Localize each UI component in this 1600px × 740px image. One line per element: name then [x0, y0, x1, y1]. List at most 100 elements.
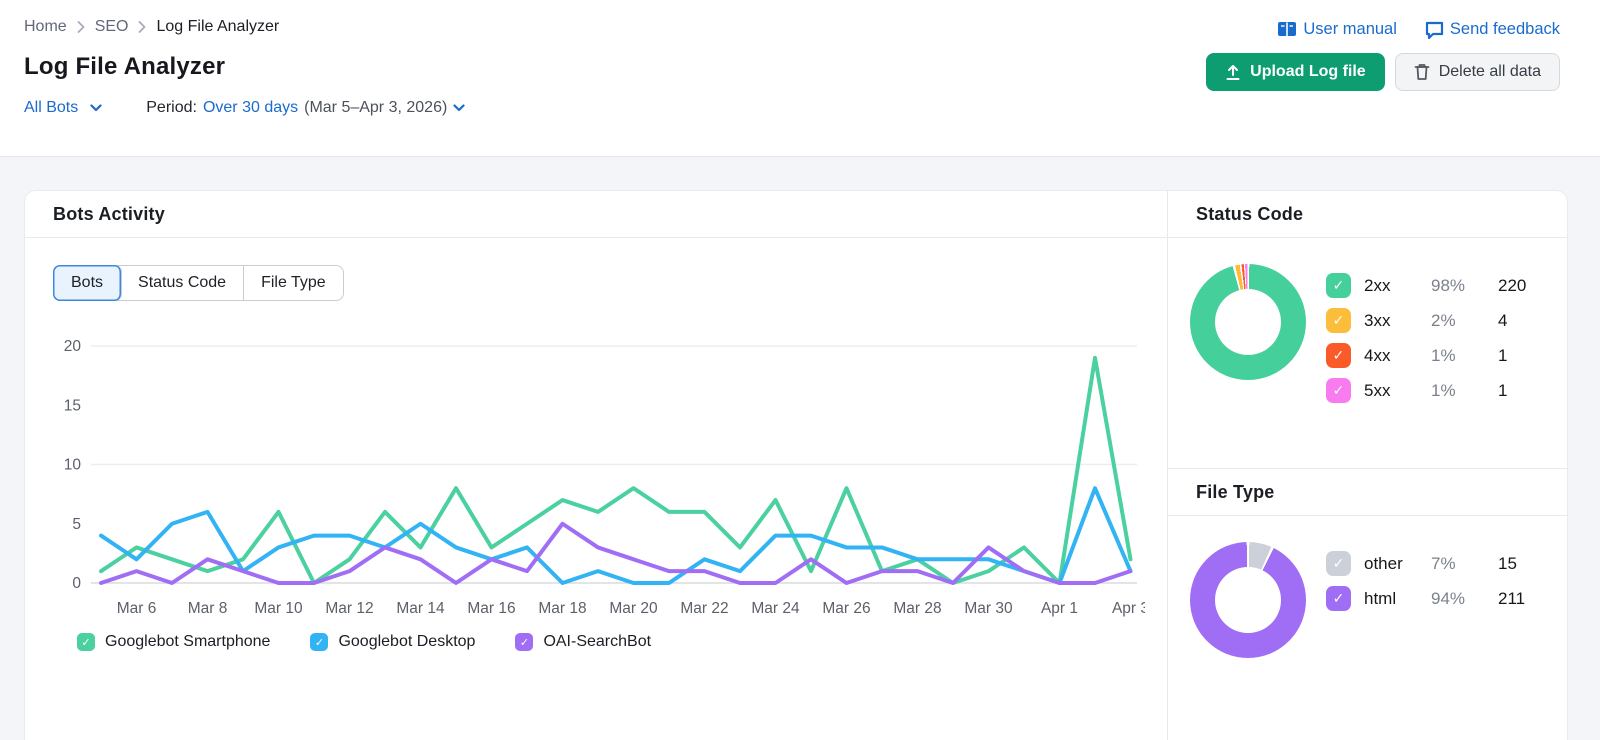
checkbox-icon[interactable]: ✓ [515, 633, 534, 651]
header-left: Home SEO Log File Analyzer Log File Anal… [24, 18, 465, 156]
slice-label: 2xx [1364, 275, 1391, 295]
slice-percent: 1% [1431, 380, 1456, 400]
main-area: Bots Activity Bots Status Code File Type 2… [0, 157, 1600, 740]
feedback-bubble-icon [1425, 21, 1444, 39]
tab-file-type[interactable]: File Type [244, 266, 343, 300]
x-axis-tick: Mar 26 [822, 600, 870, 617]
chevron-down-icon[interactable] [453, 104, 465, 112]
line-chart-legend: ✓ Googlebot Smartphone ✓ Googlebot Desktop ✓… [77, 633, 1167, 651]
x-axis-tick: Mar 30 [964, 600, 1013, 617]
checkbox-icon[interactable]: ✓ [310, 633, 329, 651]
delete-button-label: Delete all data [1438, 63, 1541, 80]
breadcrumb-home[interactable]: Home [24, 18, 67, 36]
bots-activity-title: Bots Activity [25, 191, 1167, 238]
slice-count: 4 [1498, 310, 1508, 330]
delete-all-data-button[interactable]: Delete all data [1394, 53, 1560, 91]
tab-status-code[interactable]: Status Code [121, 266, 245, 300]
file-type-section: File Type ✓ other 7% 15 ✓ html 94% 211 [1168, 469, 1567, 668]
chevron-right-icon [138, 21, 146, 33]
legend-toggle-oai-searchbot[interactable]: ✓ OAI-SearchBot [515, 633, 651, 651]
x-axis-tick: Apr 1 [1041, 600, 1078, 617]
x-axis-tick: Mar 24 [751, 600, 800, 617]
checkbox-icon[interactable]: ✓ [1326, 551, 1351, 576]
legend-label: OAI-SearchBot [543, 633, 652, 650]
report-card: Bots Activity Bots Status Code File Type 2… [24, 190, 1568, 740]
status-code-legend: ✓ 2xx 98% 220 ✓ 3xx 2% 4 ✓ 4xx 1% 1 ✓ 5xx 1% 1 [1326, 268, 1526, 408]
period-value: Over 30 days [202, 99, 299, 116]
slice-label: html [1364, 588, 1397, 608]
period-dropdown[interactable]: Over 30 days [203, 99, 298, 117]
legend-row-2xx: ✓ 2xx 98% 220 [1326, 268, 1526, 303]
checkbox-icon[interactable]: ✓ [1326, 273, 1351, 298]
tab-bots[interactable]: Bots [53, 265, 123, 301]
legend-label: Googlebot Smartphone [105, 633, 271, 650]
file-type-title: File Type [1168, 469, 1567, 516]
header-right: User manual Send feedback Upload Log fil… [1206, 18, 1560, 156]
upload-log-file-button[interactable]: Upload Log file [1206, 53, 1385, 91]
legend-toggle-googlebot-desktop[interactable]: ✓ Googlebot Desktop [310, 633, 475, 651]
page-title: Log File Analyzer [24, 53, 226, 80]
legend-label: Googlebot Desktop [338, 633, 476, 650]
slice-percent: 2% [1431, 310, 1456, 330]
slice-count: 1 [1498, 380, 1508, 400]
page-header: Home SEO Log File Analyzer Log File Anal… [0, 0, 1600, 157]
slice-percent: 94% [1431, 588, 1466, 608]
checkbox-icon[interactable]: ✓ [1326, 308, 1351, 333]
checkbox-icon[interactable]: ✓ [77, 633, 95, 651]
x-axis-tick: Mar 8 [188, 600, 228, 617]
chevron-down-icon [90, 104, 102, 112]
trash-icon [1414, 64, 1430, 80]
slice-percent: 1% [1431, 345, 1456, 365]
y-axis-tick: 10 [64, 457, 82, 474]
x-axis-tick: Mar 14 [396, 600, 445, 617]
slice-label: 5xx [1364, 380, 1391, 400]
chart-tabs: Bots Status Code File Type [53, 265, 344, 301]
slice-percent: 98% [1431, 275, 1466, 295]
legend-row-other: ✓ other 7% 15 [1326, 546, 1525, 581]
status-code-donut-chart [1190, 264, 1306, 380]
filters-bar: All Bots Period: Over 30 days (Mar 5–Apr… [24, 99, 465, 117]
legend-row-3xx: ✓ 3xx 2% 4 [1326, 303, 1526, 338]
upload-button-label: Upload Log file [1250, 63, 1366, 80]
checkbox-icon[interactable]: ✓ [1326, 586, 1351, 611]
slice-count: 220 [1498, 275, 1527, 295]
checkbox-icon[interactable]: ✓ [1326, 343, 1351, 368]
slice-count: 211 [1498, 588, 1526, 608]
x-axis-tick: Mar 20 [609, 600, 658, 617]
x-axis-tick: Mar 12 [325, 600, 373, 617]
period-range: (Mar 5–Apr 3, 2026) [304, 99, 448, 116]
file-type-donut-chart [1190, 542, 1306, 658]
checkbox-icon[interactable]: ✓ [1326, 378, 1351, 403]
all-bots-dropdown[interactable]: All Bots [24, 99, 102, 117]
x-axis-tick: Apr 3 [1112, 600, 1145, 617]
period-label: Period: [146, 99, 197, 116]
x-axis-tick: Mar 28 [893, 600, 941, 617]
legend-row-5xx: ✓ 5xx 1% 1 [1326, 373, 1526, 408]
slice-label: 3xx [1364, 310, 1391, 330]
series-line-googlebot-smartphone [99, 355, 1133, 585]
send-feedback-label: Send feedback [1449, 20, 1560, 38]
user-manual-link[interactable]: User manual [1277, 20, 1397, 39]
y-axis-tick: 15 [64, 397, 81, 414]
bots-activity-line-chart: 20 15 10 5 0 Mar 6 Mar 8 Mar 10 Mar 12 Mar 14 Mar … [64, 338, 1145, 617]
y-axis-tick: 20 [64, 338, 82, 355]
status-code-section: Status Code ✓ 2xx 98% 220 ✓ 3xx 2% 4 ✓ 4xx 1% 1 ✓ 5xx… [1168, 191, 1567, 469]
legend-row-4xx: ✓ 4xx 1% 1 [1326, 338, 1526, 373]
upload-icon [1226, 64, 1240, 80]
send-feedback-link[interactable]: Send feedback [1425, 20, 1560, 39]
breadcrumb-seo[interactable]: SEO [95, 18, 129, 36]
status-code-title: Status Code [1168, 191, 1567, 238]
user-manual-label: User manual [1303, 20, 1397, 38]
slice-count: 15 [1498, 553, 1517, 573]
chevron-right-icon [77, 21, 85, 33]
all-bots-label: All Bots [24, 99, 79, 116]
bots-activity-panel: Bots Activity Bots Status Code File Type 2… [25, 191, 1167, 740]
breadcrumb-current: Log File Analyzer [156, 18, 280, 35]
slice-count: 1 [1498, 345, 1508, 365]
x-axis-tick: Mar 22 [680, 600, 728, 617]
legend-row-html: ✓ html 94% 211 [1326, 581, 1525, 616]
right-panel: Status Code ✓ 2xx 98% 220 ✓ 3xx 2% 4 ✓ 4xx 1% 1 ✓ 5xx… [1167, 191, 1567, 740]
file-type-legend: ✓ other 7% 15 ✓ html 94% 211 [1326, 546, 1525, 658]
legend-toggle-googlebot-smartphone[interactable]: ✓ Googlebot Smartphone [77, 633, 270, 651]
slice-percent: 7% [1431, 553, 1456, 573]
